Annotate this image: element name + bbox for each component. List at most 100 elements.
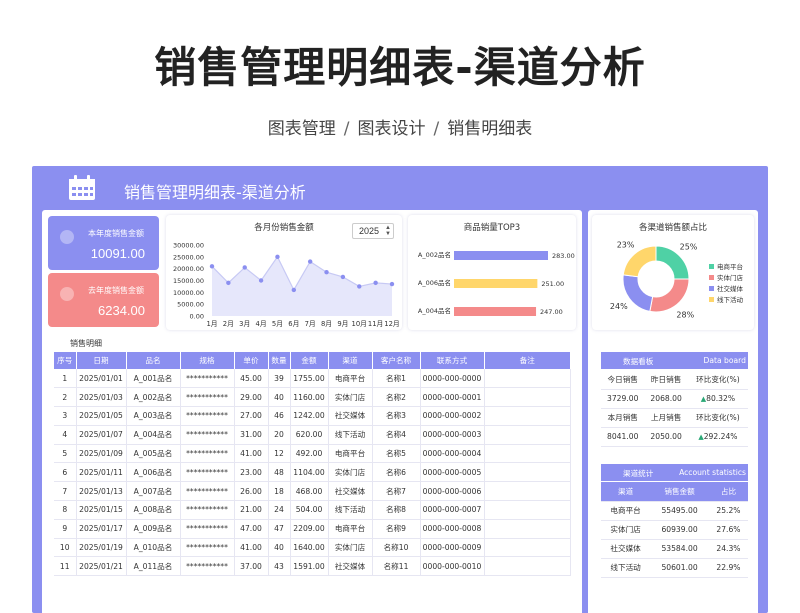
table-cell: 2025/01/05: [76, 406, 127, 426]
data-point[interactable]: [340, 274, 346, 280]
column-header[interactable]: 数量: [268, 352, 291, 369]
y-tick-label: 5000.00: [177, 301, 204, 309]
data-point[interactable]: [209, 264, 215, 269]
table-row[interactable]: 5 2025/01/09 A_005品名 *********** 41.00 12 492.…: [54, 444, 571, 464]
channel-stats-title: 渠道统计: [623, 469, 654, 478]
data-point[interactable]: [226, 280, 231, 286]
table-cell: 47.00: [234, 519, 269, 539]
table-cell: 实体门店: [601, 520, 651, 540]
data-point[interactable]: [389, 281, 395, 287]
table-row[interactable]: 2 2025/01/03 A_002品名 *********** 29.00 40 1160…: [54, 387, 571, 408]
column-header[interactable]: 规格: [180, 352, 235, 369]
data-point[interactable]: [307, 259, 313, 264]
column-header[interactable]: 备注: [484, 352, 571, 369]
table-row[interactable]: 8 2025/01/15 A_008品名 *********** 21.00 24 504.…: [54, 500, 571, 520]
table-cell: 55495.00: [650, 501, 709, 521]
column-header[interactable]: 日期: [76, 352, 127, 369]
table-cell: ***********: [180, 425, 235, 445]
table-cell: 20: [268, 425, 291, 445]
table-cell: 0000-000-0008: [420, 519, 485, 539]
table-row[interactable]: 10 2025/01/19 A_010品名 *********** 41.00 40 164…: [54, 538, 571, 558]
table-cell: 2209.00: [290, 519, 329, 539]
table-cell: 电商平台: [601, 501, 651, 521]
table-cell: 电商平台: [328, 369, 373, 389]
table-cell: 实体门店: [328, 387, 373, 408]
legend-item[interactable]: 电商平台: [709, 261, 743, 271]
table-cell: 名称1: [372, 369, 421, 389]
table-cell: 2025/01/07: [76, 425, 127, 445]
table-cell: 9: [54, 519, 77, 539]
table-cell: 线下活动: [328, 500, 373, 520]
legend-item[interactable]: 实体门店: [709, 272, 743, 282]
table-cell: 3: [54, 406, 77, 426]
calendar-icon: [69, 175, 95, 200]
table-cell: 2025/01/19: [76, 538, 127, 558]
breadcrumb-item[interactable]: 图表设计: [358, 119, 426, 139]
kpi-label: 本年度销售金额: [88, 229, 144, 238]
y-tick-label: 15000.00: [173, 277, 204, 285]
table-cell: 1: [54, 369, 77, 389]
table-row[interactable]: 9 2025/01/17 A_009品名 *********** 47.00 47 2209…: [54, 519, 571, 539]
bar[interactable]: [454, 251, 548, 260]
data-point[interactable]: [357, 284, 362, 289]
table-cell: ***********: [180, 556, 235, 577]
table-cell: ***********: [180, 462, 235, 483]
column-header[interactable]: 占比: [708, 482, 748, 502]
table-cell: 2025/01/13: [76, 481, 127, 502]
table-cell: A_009品名: [126, 519, 181, 539]
table-row[interactable]: 1 2025/01/01 A_001品名 *********** 45.00 39 1755…: [54, 369, 571, 389]
table-cell: A_011品名: [126, 556, 181, 577]
table-cell: 社交媒体: [328, 406, 373, 426]
pie-slice[interactable]: [622, 245, 657, 278]
data-point[interactable]: [275, 254, 280, 260]
data-point[interactable]: [324, 270, 329, 275]
table-cell: 48: [268, 462, 291, 483]
legend-item[interactable]: 线下活动: [709, 294, 743, 304]
column-header[interactable]: 联系方式: [420, 352, 485, 369]
column-header[interactable]: 序号: [54, 352, 77, 369]
data-point[interactable]: [291, 287, 297, 293]
kpi-value: 6234.00: [98, 303, 145, 318]
breadcrumb-item[interactable]: 销售明细表: [447, 119, 532, 139]
table-cell: A_001品名: [126, 369, 181, 389]
bar[interactable]: [454, 279, 538, 288]
legend-swatch: [709, 263, 714, 269]
table-row[interactable]: 6 2025/01/11 A_006品名 *********** 23.00 48 1104…: [54, 462, 571, 483]
data-board-title: 数据看板: [623, 357, 654, 366]
column-header[interactable]: 单价: [234, 352, 269, 369]
slice-percent-label: 24%: [610, 302, 628, 311]
table-row: 3729.00 2068.00 ▲80.32%: [601, 389, 748, 409]
table-cell: 10: [54, 538, 77, 558]
pie-slice[interactable]: [649, 278, 690, 313]
x-tick-label: 3月: [239, 320, 250, 328]
table-row[interactable]: 4 2025/01/07 A_004品名 *********** 31.00 20 620.…: [54, 425, 571, 445]
table-row[interactable]: 3 2025/01/05 A_003品名 *********** 27.00 46 1242…: [54, 406, 571, 426]
table-cell: [484, 538, 571, 558]
table-cell: 11: [54, 556, 77, 577]
bar[interactable]: [454, 307, 537, 316]
table-cell: 线下活动: [601, 558, 651, 578]
breadcrumb: 图表管理 / 图表设计 / 销售明细表: [267, 119, 533, 139]
table-cell: 名称6: [372, 462, 421, 483]
table-row[interactable]: 11 2025/01/21 A_011品名 *********** 37.00 43 159…: [54, 556, 571, 577]
column-header[interactable]: 渠道: [601, 482, 651, 502]
column-header[interactable]: 金额: [290, 352, 329, 369]
column-header[interactable]: 品名: [126, 352, 181, 369]
column-header[interactable]: 渠道: [328, 352, 373, 369]
table-row: 线下活动 50601.00 22.9%: [601, 558, 748, 578]
kpi-label: 去年度销售金额: [88, 286, 144, 295]
category-label: A_006品名: [418, 278, 451, 287]
data-point[interactable]: [242, 265, 247, 270]
top3-chart: 商品销量TOP3 A_002品名 283.00 A_006品名 251.00 A_004…: [408, 215, 576, 330]
data-point[interactable]: [373, 280, 378, 286]
breadcrumb-item[interactable]: 图表管理: [268, 119, 336, 139]
table-cell: [484, 500, 571, 520]
legend-item[interactable]: 社交媒体: [709, 283, 743, 293]
column-header[interactable]: 客户名称: [372, 352, 421, 369]
slice-percent-label: 25%: [680, 242, 698, 251]
column-header[interactable]: 销售金额: [650, 482, 709, 502]
data-point[interactable]: [258, 278, 264, 283]
y-tick-label: 25000.00: [173, 253, 204, 261]
table-cell: 504.00: [290, 500, 329, 520]
table-row[interactable]: 7 2025/01/13 A_007品名 *********** 26.00 18 468.…: [54, 481, 571, 502]
